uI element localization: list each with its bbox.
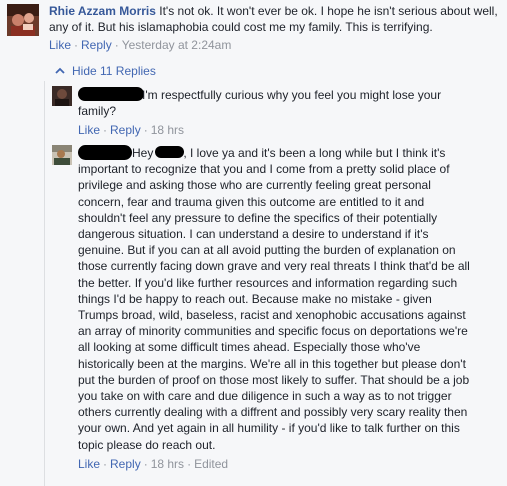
comment-actions: Like · Reply · 18 hrs · Edited: [78, 456, 229, 471]
avatar-image: [52, 86, 72, 106]
comment-text: I'm respectfully curious why you feel yo…: [78, 88, 442, 119]
avatar[interactable]: [7, 4, 39, 36]
reply-link[interactable]: Reply: [110, 123, 141, 137]
reply-link[interactable]: Reply: [81, 38, 112, 52]
greeting: Hey: [132, 146, 154, 160]
avatar-image: [52, 145, 72, 165]
timestamp[interactable]: Yesterday at 2:24am: [122, 38, 232, 52]
comment-actions: Like · Reply · 18 hrs: [78, 123, 185, 138]
comment-body: I'm respectfully curious why you feel yo…: [78, 87, 473, 119]
hide-replies-toggle[interactable]: Hide 11 Replies: [55, 63, 156, 79]
edited-label[interactable]: Edited: [194, 457, 228, 471]
hide-replies-label: Hide 11 Replies: [72, 64, 156, 78]
comment-body: Hey, I love ya and it's been a long whil…: [78, 145, 475, 453]
like-link[interactable]: Like: [49, 38, 71, 52]
comment-text: , I love ya and it's been a long while b…: [78, 146, 470, 452]
author-name[interactable]: Rhie Azzam Morris: [49, 4, 156, 18]
comment-body: Rhie Azzam Morris It's not ok. It won't …: [49, 3, 499, 35]
timestamp[interactable]: 18 hrs: [151, 457, 184, 471]
avatar-image: [7, 4, 39, 36]
reply-link[interactable]: Reply: [110, 457, 141, 471]
chevron-up-icon: [55, 67, 65, 74]
like-link[interactable]: Like: [78, 457, 100, 471]
comment-actions: Like · Reply · Yesterday at 2:24am: [49, 38, 232, 53]
avatar[interactable]: [52, 145, 72, 165]
timestamp[interactable]: 18 hrs: [151, 123, 184, 137]
like-link[interactable]: Like: [78, 123, 100, 137]
avatar[interactable]: [52, 86, 72, 106]
